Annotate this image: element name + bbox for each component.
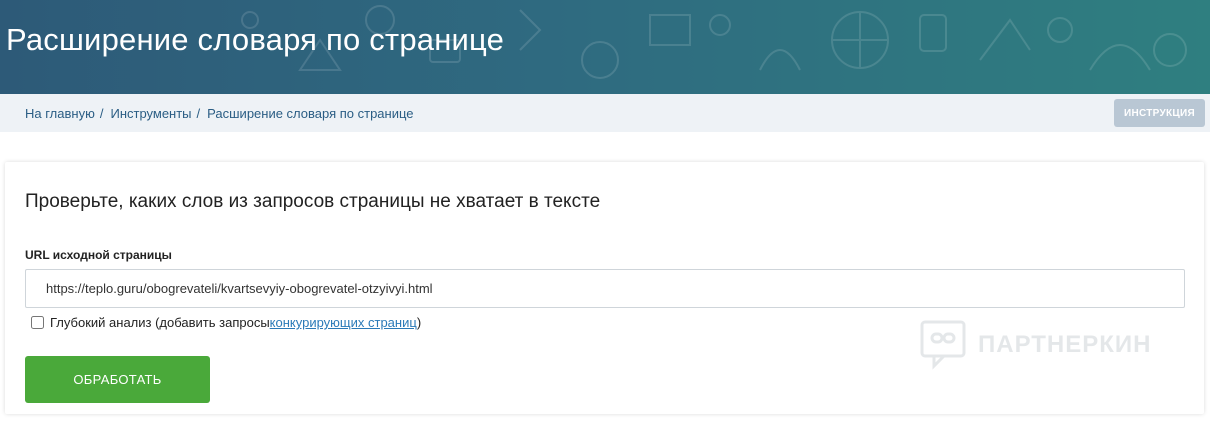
process-button[interactable]: ОБРАБОТАТЬ	[25, 356, 210, 403]
partnerkin-watermark: ПАРТНЕРКИН	[920, 320, 1152, 370]
url-input[interactable]	[25, 269, 1185, 308]
breadcrumb-home-link[interactable]: На главную	[25, 106, 95, 121]
deep-analysis-option[interactable]: Глубокий анализ (добавить запросы конкур…	[31, 315, 421, 330]
watermark-text: ПАРТНЕРКИН	[978, 331, 1152, 358]
breadcrumb: На главную / Инструменты / Расширение словар…	[25, 106, 414, 121]
url-field-label: URL исходной страницы	[25, 248, 172, 262]
deep-analysis-checkbox[interactable]	[31, 316, 44, 329]
tool-form-card: Проверьте, каких слов из запросов страни…	[5, 162, 1204, 414]
competing-pages-link[interactable]: конкурирующих страниц	[270, 315, 417, 330]
breadcrumb-current[interactable]: Расширение словаря по странице	[207, 106, 413, 121]
page-header: Расширение словаря по странице	[0, 0, 1210, 94]
breadcrumb-bar: На главную / Инструменты / Расширение словар…	[0, 94, 1210, 132]
partnerkin-logo-icon	[920, 320, 966, 370]
deep-analysis-label-suffix: )	[416, 315, 422, 330]
deep-analysis-label-prefix: Глубокий анализ (добавить запросы	[50, 315, 270, 330]
page-title: Расширение словаря по странице	[6, 22, 505, 57]
breadcrumb-separator: /	[196, 106, 201, 121]
breadcrumb-tools-link[interactable]: Инструменты	[110, 106, 191, 121]
instruction-button[interactable]: ИНСТРУКЦИЯ	[1114, 99, 1205, 127]
form-heading: Проверьте, каких слов из запросов страни…	[25, 191, 601, 212]
breadcrumb-separator: /	[99, 106, 104, 121]
